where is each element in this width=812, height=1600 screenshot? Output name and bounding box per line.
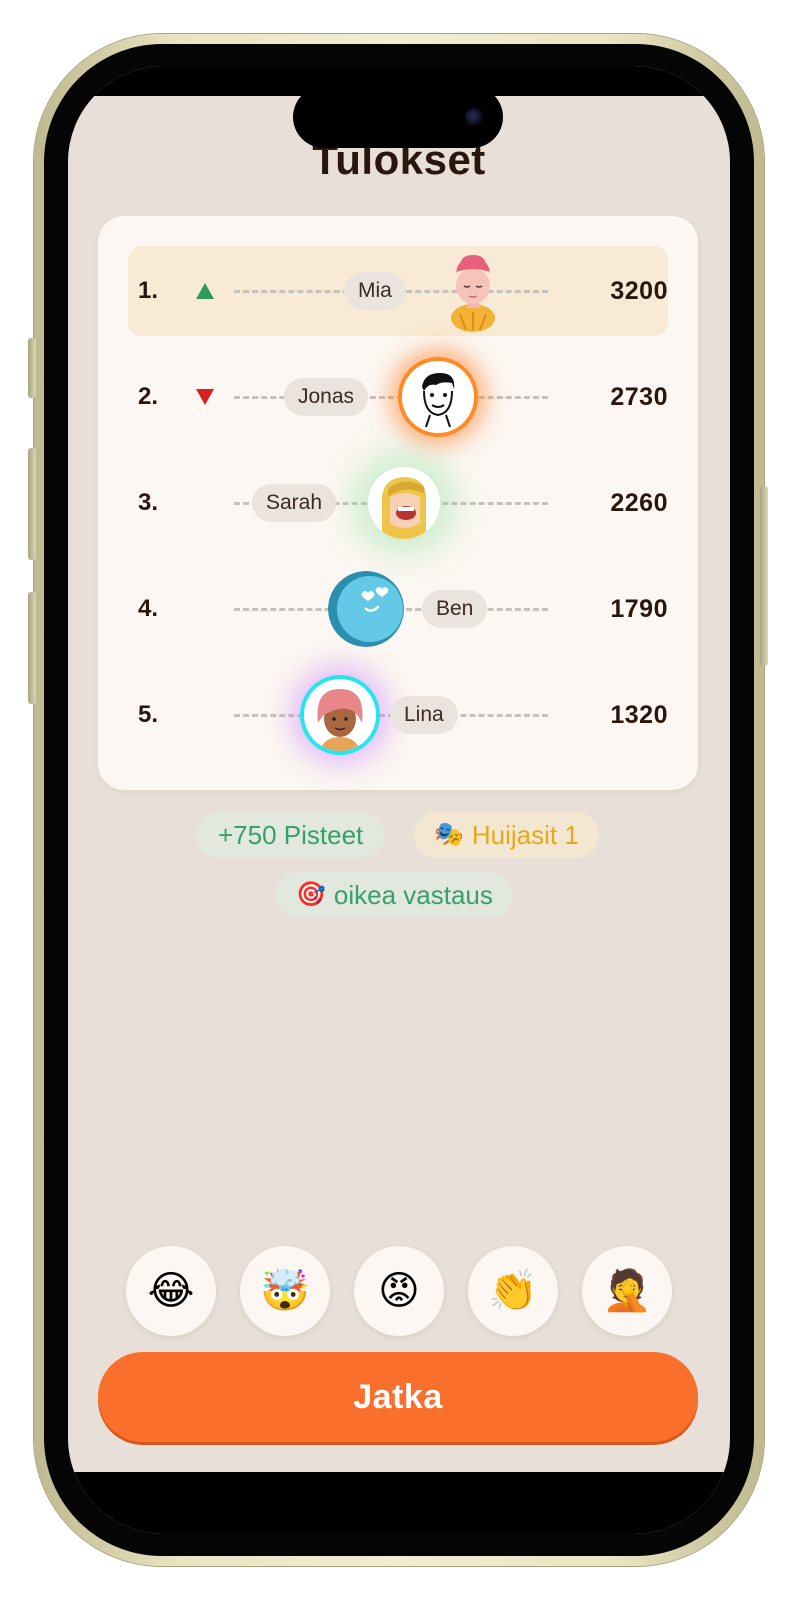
score-value: 2730 bbox=[610, 383, 668, 411]
progress-track bbox=[234, 396, 548, 399]
reaction-bar: 😂 🤯 😡 👏 🤦 bbox=[126, 1246, 672, 1336]
points-badge: +750 Pisteet bbox=[196, 812, 386, 858]
player-name: Ben bbox=[422, 590, 488, 628]
facepalm-emoji-button[interactable]: 🤦 bbox=[582, 1246, 672, 1336]
trend-up-icon bbox=[196, 283, 214, 299]
bluffs-badge: 🎭 Huijasit 1 bbox=[414, 812, 599, 858]
mind-blown-emoji-button[interactable]: 🤯 bbox=[240, 1246, 330, 1336]
score-value: 2260 bbox=[610, 489, 668, 517]
rank-label: 2. bbox=[137, 383, 158, 410]
score-value: 1790 bbox=[610, 595, 668, 623]
mia-avatar-icon bbox=[440, 252, 506, 332]
score-value: 1320 bbox=[610, 701, 668, 729]
dynamic-island bbox=[293, 86, 503, 148]
power-button bbox=[760, 486, 768, 666]
rank-label: 3. bbox=[137, 489, 158, 516]
trend-down-icon bbox=[196, 389, 214, 405]
results-screen: Tulokset 1. Mia 3200 2. Jonas 2730 3. Sa… bbox=[68, 66, 730, 1534]
bluffs-label: Huijasit 1 bbox=[471, 820, 579, 850]
leaderboard-row-3: 3. Sarah 2260 bbox=[128, 458, 668, 548]
player-name: Sarah bbox=[252, 484, 337, 522]
rank-label: 5. bbox=[137, 701, 158, 728]
clapping-emoji-button[interactable]: 👏 bbox=[468, 1246, 558, 1336]
rank-label: 1. bbox=[137, 277, 158, 304]
player-name: Jonas bbox=[284, 378, 369, 416]
laughing-emoji-button[interactable]: 😂 bbox=[126, 1246, 216, 1336]
leaderboard-row-5: 5. Lina 1320 bbox=[128, 670, 668, 760]
leaderboard-row-2: 2. Jonas 2730 bbox=[128, 352, 668, 442]
rank-label: 4. bbox=[137, 595, 158, 622]
angry-emoji-button[interactable]: 😡 bbox=[354, 1246, 444, 1336]
volume-down-button bbox=[28, 592, 36, 704]
correct-answer-badge: 🎯 oikea vastaus bbox=[276, 872, 513, 918]
continue-button[interactable]: Jatka bbox=[98, 1352, 698, 1442]
action-button bbox=[28, 338, 36, 398]
jonas-avatar-icon bbox=[402, 361, 474, 433]
player-name: Lina bbox=[390, 696, 458, 734]
sarah-avatar-icon bbox=[368, 467, 440, 539]
player-name: Mia bbox=[344, 272, 406, 310]
leaderboard-card: 1. Mia 3200 2. Jonas 2730 3. Sarah 2260 … bbox=[98, 216, 698, 790]
camera-icon bbox=[465, 108, 483, 126]
score-value: 3200 bbox=[610, 277, 668, 305]
target-icon: 🎯 bbox=[296, 881, 326, 908]
home-indicator-area bbox=[68, 1472, 730, 1534]
lina-avatar-icon bbox=[304, 679, 376, 751]
points-label: +750 Pisteet bbox=[218, 820, 364, 850]
leaderboard-row-4: 4. Ben 1790 bbox=[128, 564, 668, 654]
theater-masks-icon: 🎭 bbox=[434, 821, 464, 848]
correct-answer-label: oikea vastaus bbox=[333, 880, 493, 910]
ben-avatar-icon bbox=[328, 571, 404, 647]
leaderboard-row-1: 1. Mia 3200 bbox=[128, 246, 668, 336]
volume-up-button bbox=[28, 448, 36, 560]
